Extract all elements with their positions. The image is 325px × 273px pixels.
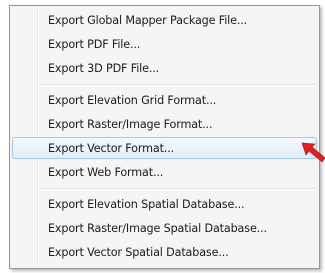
menu-item-export-global-mapper-package[interactable]: Export Global Mapper Package File... (12, 9, 317, 31)
menu-item-label: Export 3D PDF File... (48, 62, 160, 75)
menu-item-label: Export PDF File... (48, 38, 141, 51)
menu-item-label: Export Vector Format... (48, 142, 175, 155)
menu-item-export-elevation-spatial-db[interactable]: Export Elevation Spatial Database... (12, 193, 317, 215)
menu-item-export-web[interactable]: Export Web Format... (12, 161, 317, 183)
menu-separator (40, 188, 317, 190)
menu-item-export-raster-image[interactable]: Export Raster/Image Format... (12, 113, 317, 135)
export-context-menu: Export Global Mapper Package File... Exp… (9, 5, 320, 269)
menu-item-label: Export Vector Spatial Database... (48, 246, 229, 259)
menu-item-export-3d-pdf[interactable]: Export 3D PDF File... (12, 57, 317, 79)
menu-item-export-pdf[interactable]: Export PDF File... (12, 33, 317, 55)
menu-item-export-vector-spatial-db[interactable]: Export Vector Spatial Database... (12, 241, 317, 263)
menu-item-label: Export Elevation Spatial Database... (48, 198, 245, 211)
menu-item-export-elevation-grid[interactable]: Export Elevation Grid Format... (12, 89, 317, 111)
menu-item-label: Export Web Format... (48, 166, 164, 179)
menu-item-label: Export Elevation Grid Format... (48, 94, 217, 107)
menu-item-export-vector[interactable]: Export Vector Format... (12, 137, 317, 159)
screenshot-frame: Export Global Mapper Package File... Exp… (0, 0, 325, 273)
menu-item-label: Export Raster/Image Format... (48, 118, 213, 131)
red-arrow-icon (301, 142, 325, 163)
menu-item-export-raster-image-spatial-db[interactable]: Export Raster/Image Spatial Database... (12, 217, 317, 239)
menu-item-label: Export Raster/Image Spatial Database... (48, 222, 267, 235)
menu-separator (40, 84, 317, 86)
menu-item-label: Export Global Mapper Package File... (48, 14, 248, 27)
